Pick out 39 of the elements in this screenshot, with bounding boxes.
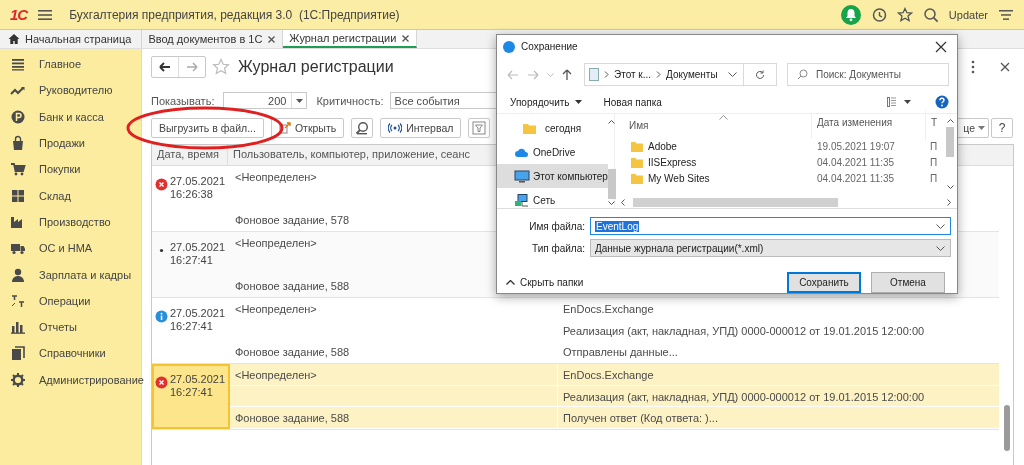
table-cell-text: 16:27:41 (170, 254, 214, 267)
table-cell: <Неопределен> (235, 303, 317, 315)
table-cell: Фоновое задание, 588 (235, 412, 350, 425)
table-cell-text: 16:27:41 (170, 320, 214, 333)
table-cell: EnDocs.Exchange (563, 303, 654, 315)
table-cell: Фоновое задание, 588 (235, 280, 350, 293)
file-name: IISExpress (648, 156, 697, 168)
table-cell: Реализация (акт, накладная, УПД) 0000-000012 от 19.01.2015 12:00:00 (563, 324, 925, 337)
table-cell: Отправлены данные... (563, 346, 678, 359)
table-cell: <Неопределен> (235, 237, 317, 249)
file-type: П (929, 140, 938, 152)
table-cell: EnDocs.Exchange (563, 369, 654, 381)
file-date: 04.04.2021 11:35 (816, 156, 896, 168)
field-label: Критичность: (316, 94, 384, 107)
file-type: П (929, 172, 938, 184)
table-cell: <Неопределен> (235, 369, 317, 381)
field-label: Тип файла: (531, 242, 586, 254)
table-cell-text: 16:26:38 (170, 188, 214, 201)
field-label: Имя файла: (528, 220, 586, 232)
file-type: П (929, 156, 938, 168)
table-cell: Фоновое задание, 578 (235, 214, 350, 227)
dialog-title: Сохранение (521, 41, 578, 53)
file-name: Adobe (648, 140, 677, 152)
app-logo: 1С (10, 6, 28, 23)
file-date: 19.05.2021 19:07 (816, 140, 896, 152)
table-cell: Реализация (акт, накладная, УПД) 0000-000012 от 19.01.2015 12:00:00 (563, 390, 925, 403)
form-title: Журнал регистрации (238, 58, 394, 76)
table-cell: 27.05.2021 (170, 241, 226, 254)
table-cell: 27.05.2021 (170, 307, 226, 320)
table-cell: 27.05.2021 (170, 373, 226, 386)
table-cell: 27.05.2021 (170, 175, 226, 188)
table-cell: Фоновое задание, 588 (235, 346, 350, 359)
field-label: Показывать: (151, 94, 215, 107)
window-title: Бухгалтерия предприятия, редакция 3.0 (1С:Предприятие) (69, 7, 400, 22)
file-name: My Web Sites (648, 172, 710, 184)
file-date: 04.04.2021 11:35 (816, 172, 896, 184)
table-cell: Получен ответ (Код ответа: )... (563, 412, 718, 425)
table-cell: <Неопределен> (235, 171, 317, 183)
table-cell-text: 16:27:41 (170, 386, 214, 399)
